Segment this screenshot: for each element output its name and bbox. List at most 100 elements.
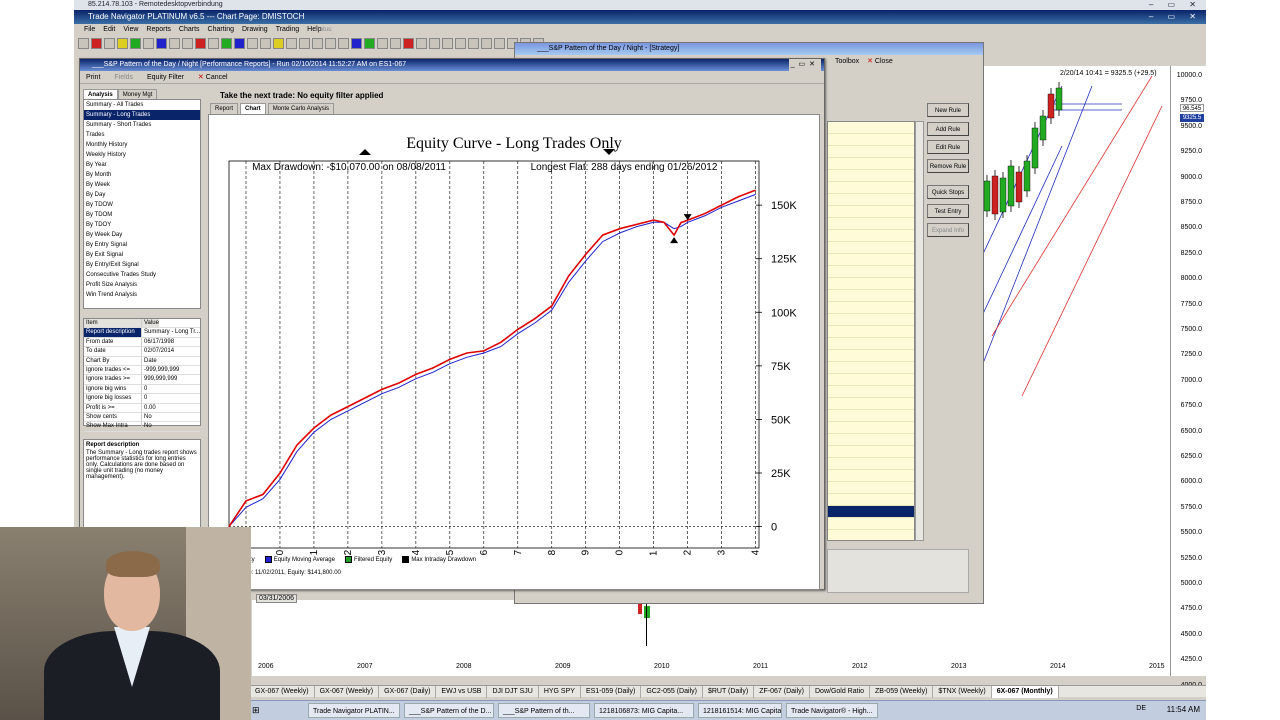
rule-row[interactable] <box>828 218 914 230</box>
grid-row[interactable]: From date 06/17/1998 <box>84 337 200 348</box>
grid-row[interactable]: Show Max Intra No <box>84 422 200 432</box>
rule-row[interactable] <box>828 518 914 530</box>
chart-page-tab[interactable]: ZF-067 (Daily) <box>754 686 810 698</box>
rule-row[interactable] <box>828 422 914 434</box>
chart-page-tab[interactable]: $TNX (Weekly) <box>933 686 992 698</box>
grid-row[interactable]: Report description Summary - Long Tr... <box>84 328 200 338</box>
chart-page-tab[interactable]: EWJ vs USB <box>436 686 488 698</box>
chart-page-tab[interactable]: Dow/Gold Ratio <box>810 686 871 698</box>
toolbar-button[interactable] <box>351 38 362 49</box>
cancel-button[interactable]: Cancel <box>206 74 228 81</box>
rule-row[interactable] <box>828 278 914 290</box>
report-list-item[interactable]: By Exit Signal <box>84 250 200 260</box>
rule-row[interactable] <box>828 482 914 494</box>
grid-row[interactable]: Chart By Date <box>84 356 200 366</box>
toolbar-button[interactable] <box>130 38 141 49</box>
report-list-item[interactable]: By TDOW <box>84 200 200 210</box>
report-list-item[interactable]: Profit Size Analysis <box>84 280 200 290</box>
add-rule-button[interactable]: Add Rule <box>927 122 969 136</box>
report-list[interactable]: Summary - All Trades Summary - Long Trade… <box>83 99 201 309</box>
legend-item[interactable]: Equity Moving Average <box>264 556 335 563</box>
rule-row[interactable] <box>828 326 914 338</box>
grid-row[interactable]: Ignore big losses 0 <box>84 394 200 404</box>
toolbar-button[interactable] <box>468 38 479 49</box>
grid-value[interactable]: Date <box>142 357 157 365</box>
rule-row[interactable] <box>828 122 914 134</box>
toolbar-button[interactable] <box>195 38 206 49</box>
toolbox-button[interactable]: Toolbox <box>835 58 859 65</box>
rule-row[interactable] <box>828 146 914 158</box>
rule-row[interactable] <box>828 134 914 146</box>
fields-button[interactable]: Fields <box>114 74 133 81</box>
rule-row[interactable] <box>828 230 914 242</box>
rule-row[interactable] <box>828 350 914 362</box>
toolbar-button[interactable] <box>403 38 414 49</box>
rule-row[interactable] <box>828 254 914 266</box>
rule-row[interactable] <box>828 362 914 374</box>
toolbar-button[interactable] <box>182 38 193 49</box>
report-list-item[interactable]: By TDOY <box>84 220 200 230</box>
rule-row[interactable] <box>828 374 914 386</box>
report-list-item[interactable]: By Week Day <box>84 230 200 240</box>
new-rule-button[interactable]: New Rule <box>927 103 969 117</box>
report-list-item[interactable]: Consecutive Trades Study <box>84 270 200 280</box>
toolbar-button[interactable] <box>78 38 89 49</box>
bottom-chart[interactable]: 03/31/2006 <box>252 594 1170 676</box>
menu-item-file[interactable]: File <box>84 26 95 33</box>
taskbar-button[interactable]: Trade Navigator PLATIN... <box>308 703 400 718</box>
grid-value[interactable]: No <box>142 413 152 421</box>
menu-item-edit[interactable]: Edit <box>103 26 115 33</box>
grid-row[interactable]: Show cents No <box>84 412 200 423</box>
toolbar-button[interactable] <box>455 38 466 49</box>
grid-row[interactable]: Ignore trades >= 999,999,999 <box>84 375 200 385</box>
toolbar-button[interactable] <box>364 38 375 49</box>
toolbar-button[interactable] <box>299 38 310 49</box>
toolbar-button[interactable] <box>390 38 401 49</box>
report-list-item[interactable]: By Week <box>84 180 200 190</box>
legend-item[interactable]: Filtered Equity <box>344 556 392 563</box>
grid-value[interactable]: -999,999,999 <box>142 366 179 374</box>
chart-page-tab[interactable]: GX-067 (Weekly) <box>315 686 380 698</box>
window-controls[interactable]: – ▭ ✕ <box>1149 0 1202 10</box>
remove-rule-button[interactable]: Remove Rule <box>927 159 969 173</box>
report-list-item[interactable]: Summary - All Trades <box>84 100 200 110</box>
legend-item[interactable]: Max Intraday Drawdown <box>402 556 476 563</box>
rule-row[interactable] <box>828 314 914 326</box>
taskbar-button[interactable]: 1218106873: MIG Capita... <box>594 703 694 718</box>
toolbar-button[interactable] <box>247 38 258 49</box>
edit-rule-button[interactable]: Edit Rule <box>927 140 969 154</box>
price-chart[interactable] <box>981 66 1170 676</box>
close-icon[interactable]: ✕ <box>867 58 873 65</box>
rule-row[interactable] <box>828 386 914 398</box>
menu-item-view[interactable]: View <box>123 26 138 33</box>
chart-page-tab[interactable]: $RUT (Daily) <box>703 686 755 698</box>
grid-value[interactable]: 0 <box>142 394 147 402</box>
tab-report[interactable]: Report <box>210 103 239 114</box>
chart-page-tab[interactable]: ZB-059 (Weekly) <box>870 686 934 698</box>
app-window-controls[interactable]: – ▭ ✕ <box>1149 10 1202 24</box>
toolbar-button[interactable] <box>117 38 128 49</box>
toolbar-button[interactable] <box>221 38 232 49</box>
menu-item-trading[interactable]: Trading <box>276 26 299 33</box>
report-list-item[interactable]: By Month <box>84 170 200 180</box>
menu-item-reports[interactable]: Reports <box>146 26 171 33</box>
strategy-scrollbar[interactable] <box>915 121 924 541</box>
toolbar-button[interactable] <box>273 38 284 49</box>
strategy-rule-list[interactable] <box>827 121 915 541</box>
equity-filter-button[interactable]: Equity Filter <box>147 74 184 81</box>
rule-row[interactable] <box>828 506 914 518</box>
report-list-item[interactable]: Win Trend Analysis <box>84 290 200 300</box>
perf-window-controls[interactable]: _▭✕ <box>788 59 821 71</box>
report-list-item[interactable]: By Year <box>84 160 200 170</box>
toolbar-button[interactable] <box>234 38 245 49</box>
grid-value[interactable]: 06/17/1998 <box>142 338 174 346</box>
toolbar-button[interactable] <box>169 38 180 49</box>
toolbar-button[interactable] <box>429 38 440 49</box>
toolbar-button[interactable] <box>377 38 388 49</box>
strategy-close-button[interactable]: Close <box>875 58 893 65</box>
rule-row[interactable] <box>828 338 914 350</box>
toolbar-button[interactable] <box>442 38 453 49</box>
chart-page-tab[interactable]: 6X-067 (Monthly) <box>991 686 1059 698</box>
toolbar-button[interactable] <box>260 38 271 49</box>
grid-value[interactable]: 0.00 <box>142 404 156 412</box>
